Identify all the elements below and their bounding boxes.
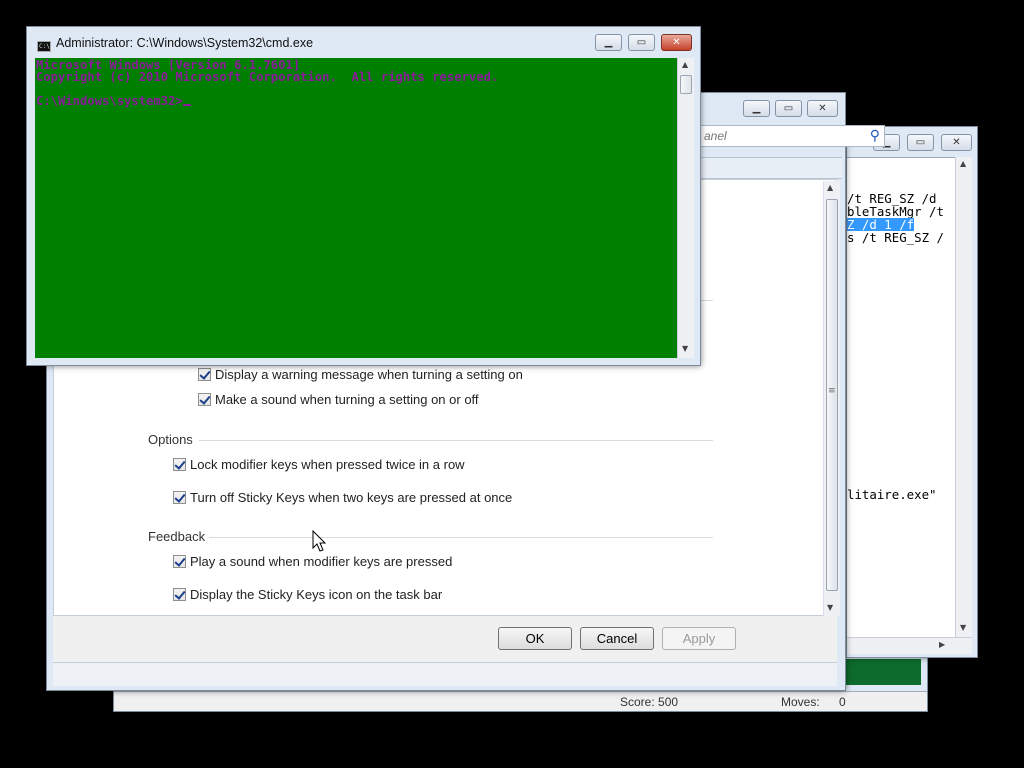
cmd-window[interactable]: C:\ Administrator: C:\Windows\System32\cm… [26, 26, 701, 366]
close-button[interactable]: ✕ [807, 100, 838, 117]
scroll-up-icon[interactable]: ▲ [827, 183, 833, 192]
mouse-pointer-icon [312, 530, 327, 552]
moves-value: 0 [839, 695, 846, 709]
scrollbar-thumb[interactable] [680, 75, 692, 94]
checkbox-play-sound[interactable]: Play a sound when modifier keys are pres… [173, 554, 452, 569]
checkbox-checked-icon[interactable] [173, 588, 186, 601]
text-area[interactable]: /t REG_SZ /d bleTaskMgr /t Z /d 1 /f s /… [847, 157, 955, 637]
checkbox-checked-icon[interactable] [173, 555, 186, 568]
scroll-up-icon[interactable]: ▲ [682, 60, 688, 69]
console-prompt: C:\Windows\system32> [36, 95, 191, 107]
maximize-button[interactable]: ▭ [628, 34, 655, 51]
window-title: C:\ Administrator: C:\Windows\System32\cm… [37, 36, 314, 52]
close-button[interactable]: ✕ [661, 34, 692, 51]
options-divider [199, 440, 713, 441]
maximize-button[interactable]: ▭ [775, 100, 802, 117]
cmd-icon: C:\ [37, 41, 51, 52]
scroll-up-icon[interactable]: ▲ [960, 159, 966, 168]
checkbox-taskbar-icon[interactable]: Display the Sticky Keys icon on the task… [173, 587, 442, 602]
scroll-down-icon[interactable]: ▼ [682, 344, 688, 353]
scrollbar-thumb[interactable]: ≡ [826, 199, 838, 591]
horizontal-scrollbar[interactable]: ▶ [847, 637, 972, 654]
checkbox-sound-on-off[interactable]: Make a sound when turning a setting on o… [198, 392, 479, 407]
minimize-button[interactable]: ▁ [595, 34, 622, 51]
reg-window[interactable]: ▁ ▭ ✕ /t REG_SZ /d bleTaskMgr /t Z /d 1 … [846, 126, 978, 658]
checkbox-checked-icon[interactable] [198, 368, 211, 381]
vertical-scrollbar[interactable]: ▲ ▼ [955, 157, 972, 637]
scroll-down-icon[interactable]: ▼ [827, 603, 833, 612]
ok-button[interactable]: OK [498, 627, 572, 650]
text-line-4: litaire.exe" [847, 487, 937, 502]
cancel-button[interactable]: Cancel [580, 627, 654, 650]
checkbox-checked-icon[interactable] [173, 491, 186, 504]
search-icon[interactable]: ⚲ [870, 127, 880, 144]
checkbox-warning-message[interactable]: Display a warning message when turning a… [198, 367, 523, 382]
scroll-down-icon[interactable]: ▼ [960, 623, 966, 632]
close-button[interactable]: ✕ [941, 134, 972, 151]
checkbox-checked-icon[interactable] [173, 458, 186, 471]
search-input[interactable]: anel ⚲ [697, 125, 885, 147]
moves-label: Moves: [781, 695, 820, 709]
status-bar: Score: 500 Moves: 0 [114, 691, 927, 711]
checkbox-turn-off-sticky[interactable]: Turn off Sticky Keys when two keys are p… [173, 490, 512, 505]
minimize-button[interactable]: ▁ [743, 100, 770, 117]
vertical-scrollbar[interactable]: ▲ ▼ [677, 58, 694, 358]
feedback-heading: Feedback [148, 529, 206, 544]
apply-button[interactable]: Apply [662, 627, 736, 650]
search-placeholder: anel [704, 129, 727, 143]
score-label: Score: 500 [620, 695, 679, 709]
grip-icon: ≡ [828, 386, 836, 396]
text-cursor [182, 104, 191, 106]
game-felt [837, 659, 921, 685]
maximize-button[interactable]: ▭ [907, 134, 934, 151]
options-heading: Options [148, 432, 193, 447]
text-line-3: s /t REG_SZ / [847, 230, 944, 245]
navigation-strip [697, 157, 842, 179]
feedback-divider [209, 537, 713, 538]
checkbox-checked-icon[interactable] [198, 393, 211, 406]
status-bar [53, 662, 837, 686]
vertical-scrollbar[interactable]: ▲ ≡ ▼ [823, 181, 840, 616]
console-line-2: Copyright (c) 2010 Microsoft Corporation… [36, 70, 499, 84]
console-area[interactable]: Microsoft Windows [Version 6.1.7601] Cop… [35, 58, 677, 358]
scroll-right-icon[interactable]: ▶ [939, 640, 945, 649]
checkbox-lock-modifier[interactable]: Lock modifier keys when pressed twice in… [173, 457, 465, 472]
